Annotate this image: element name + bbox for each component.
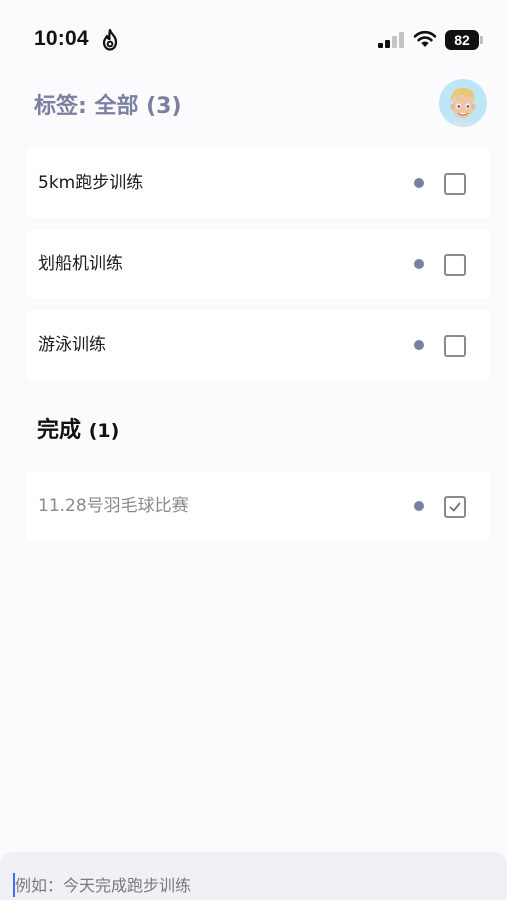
new-task-input[interactable] <box>15 870 485 900</box>
tag-dot-icon <box>414 340 424 350</box>
task-checkbox-checked[interactable] <box>444 496 466 518</box>
memoji-avatar-icon <box>450 87 476 127</box>
task-checkbox[interactable] <box>444 173 466 195</box>
task-checkbox[interactable] <box>444 254 466 276</box>
tag-dot-icon <box>414 178 424 188</box>
completed-section-title[interactable]: 完成 (1) <box>37 412 119 444</box>
flame-icon <box>102 29 118 51</box>
task-row[interactable]: 划船机训练 <box>26 229 490 299</box>
task-label: 游泳训练 <box>38 335 106 355</box>
signal-icon <box>378 32 404 48</box>
task-checkbox[interactable] <box>444 335 466 357</box>
tag-dot-icon <box>414 259 424 269</box>
task-row[interactable]: 游泳训练 <box>26 310 490 380</box>
status-bar: 10:04 82 <box>0 0 507 80</box>
task-label: 划船机训练 <box>38 254 123 274</box>
battery-icon: 82 <box>445 30 479 50</box>
status-time: 10:04 <box>34 27 89 50</box>
task-label: 5km跑步训练 <box>38 173 144 193</box>
battery-level: 82 <box>454 32 470 48</box>
completed-task-row[interactable]: 11.28号羽毛球比赛 <box>26 471 490 541</box>
task-row[interactable]: 5km跑步训练 <box>26 148 490 218</box>
task-label: 11.28号羽毛球比赛 <box>38 496 189 516</box>
wifi-icon <box>413 30 437 47</box>
battery-tip <box>480 36 483 44</box>
tag-dot-icon <box>414 501 424 511</box>
page-title[interactable]: 标签: 全部 (3) <box>34 88 182 120</box>
avatar[interactable] <box>439 79 487 127</box>
checkmark-icon <box>449 502 461 512</box>
completed-count: (1) <box>88 420 120 442</box>
completed-title: 完成 <box>37 418 82 443</box>
